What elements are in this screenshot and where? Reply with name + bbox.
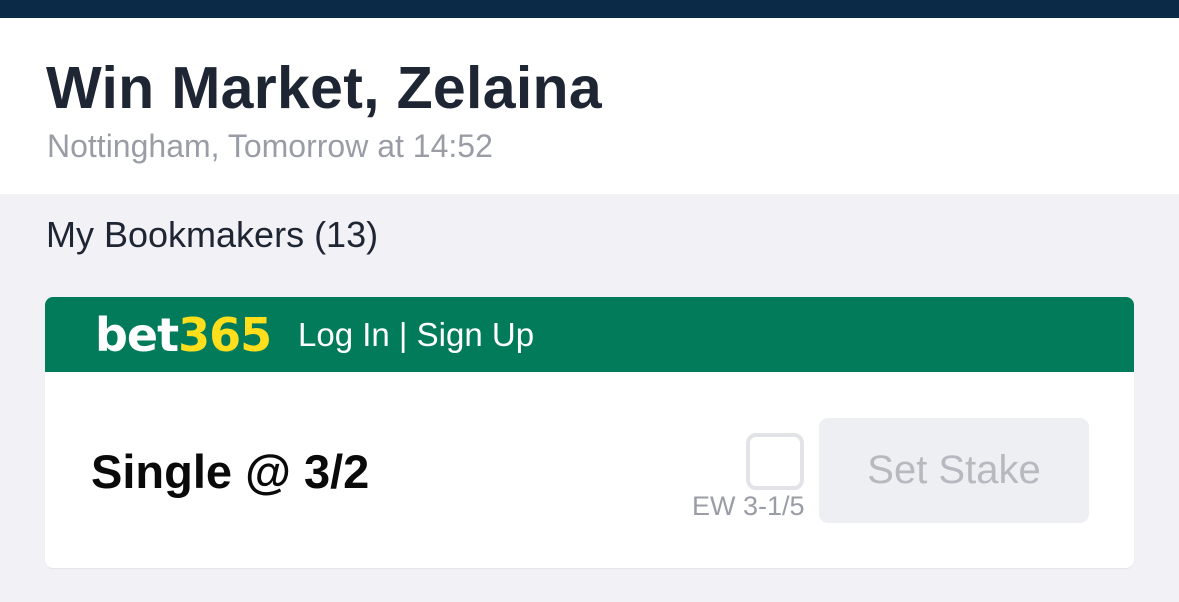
- login-signup-link[interactable]: Log In | Sign Up: [298, 316, 534, 354]
- page-title: Win Market, Zelaina: [46, 55, 602, 121]
- bet365-logo: bet365: [95, 308, 272, 362]
- logo-text-bet: bet: [95, 308, 179, 362]
- status-top-bar: [0, 0, 1179, 18]
- logo-text-365: 365: [178, 308, 272, 362]
- market-header: Win Market, Zelaina Nottingham, Tomorrow…: [0, 18, 1179, 194]
- bookmakers-section-label: My Bookmakers (13): [46, 214, 379, 255]
- each-way-checkbox[interactable]: [746, 433, 804, 490]
- bet-type-label: Single @ 3/2: [91, 445, 370, 498]
- each-way-terms: EW 3-1/5: [692, 491, 805, 521]
- race-subtitle: Nottingham, Tomorrow at 14:52: [47, 128, 493, 164]
- set-stake-button[interactable]: Set Stake: [819, 418, 1089, 523]
- bookmaker-card-header: bet365 Log In | Sign Up: [45, 297, 1134, 372]
- bookmaker-card: bet365 Log In | Sign Up Single @ 3/2 EW …: [45, 297, 1134, 568]
